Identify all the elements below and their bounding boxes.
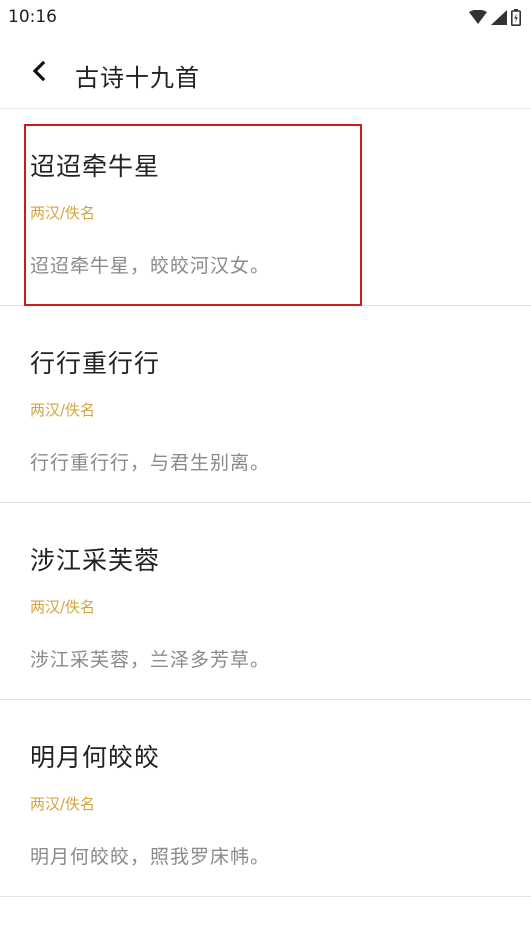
poem-author: 两汉/佚名 bbox=[30, 204, 96, 222]
poem-title: 行行重行行 bbox=[30, 349, 161, 378]
wifi-icon bbox=[469, 9, 487, 29]
poem-title: 迢迢牵牛星 bbox=[30, 152, 161, 181]
poem-list: 迢迢牵牛星 两汉/佚名 迢迢牵牛星，皎皎河汉女。 行行重行行 两汉/佚名 行行重… bbox=[0, 109, 531, 897]
signal-icon bbox=[491, 10, 507, 29]
back-button[interactable] bbox=[22, 56, 56, 90]
status-time: 10:16 bbox=[8, 7, 57, 27]
app-bar: 古诗十九首 bbox=[0, 38, 531, 109]
poem-list-item[interactable]: 行行重行行 两汉/佚名 行行重行行，与君生别离。 bbox=[0, 306, 531, 503]
poem-first-line: 行行重行行，与君生别离。 bbox=[30, 452, 271, 474]
poem-list-item[interactable]: 明月何皎皎 两汉/佚名 明月何皎皎，照我罗床帏。 bbox=[0, 700, 531, 897]
battery-icon bbox=[511, 9, 521, 30]
poem-first-line: 涉江采芙蓉，兰泽多芳草。 bbox=[30, 649, 271, 671]
page-title: 古诗十九首 bbox=[75, 64, 200, 92]
poem-first-line: 明月何皎皎，照我罗床帏。 bbox=[30, 846, 271, 868]
poem-list-item[interactable]: 涉江采芙蓉 两汉/佚名 涉江采芙蓉，兰泽多芳草。 bbox=[0, 503, 531, 700]
chevron-left-icon bbox=[31, 60, 47, 86]
poem-list-item[interactable]: 迢迢牵牛星 两汉/佚名 迢迢牵牛星，皎皎河汉女。 bbox=[0, 109, 531, 306]
poem-author: 两汉/佚名 bbox=[30, 401, 96, 419]
poem-first-line: 迢迢牵牛星，皎皎河汉女。 bbox=[30, 255, 271, 277]
status-bar: 10:16 bbox=[0, 0, 531, 38]
status-icons bbox=[469, 9, 521, 30]
poem-title: 涉江采芙蓉 bbox=[30, 546, 161, 575]
poem-title: 明月何皎皎 bbox=[30, 743, 161, 772]
poem-author: 两汉/佚名 bbox=[30, 598, 96, 616]
poem-author: 两汉/佚名 bbox=[30, 795, 96, 813]
